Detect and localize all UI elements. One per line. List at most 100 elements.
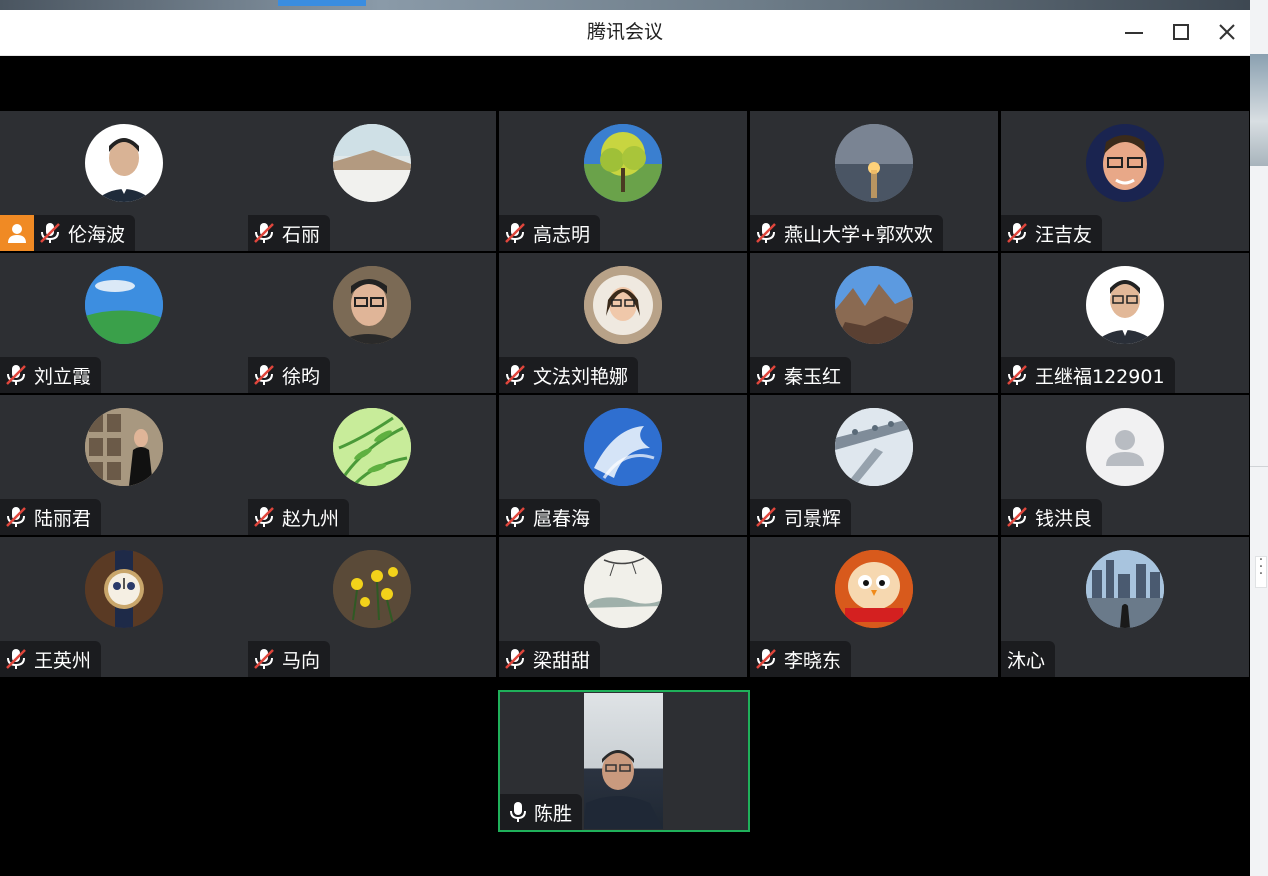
participant-tile[interactable]: 王英州 bbox=[0, 537, 248, 677]
avatar bbox=[1086, 124, 1164, 202]
participant-nameplate: 高志明 bbox=[499, 215, 601, 251]
mic-muted-icon[interactable] bbox=[250, 357, 276, 393]
participant-tile[interactable]: 李晓东 bbox=[750, 537, 998, 677]
divider bbox=[1250, 466, 1268, 467]
mic-muted-icon[interactable] bbox=[752, 499, 778, 535]
mic-muted-icon[interactable] bbox=[36, 215, 62, 251]
participant-nameplate: 陆丽君 bbox=[0, 499, 102, 535]
mic-muted-icon[interactable] bbox=[2, 499, 28, 535]
participant-name: 陆丽君 bbox=[34, 507, 92, 530]
desktop-taskbar-highlight bbox=[278, 0, 366, 6]
desktop-background bbox=[0, 0, 1268, 10]
participant-tile[interactable]: 梁甜甜 bbox=[499, 537, 747, 677]
participant-tile[interactable]: 赵九州 bbox=[248, 395, 496, 535]
more-dots-icon[interactable]: · · · bbox=[1255, 553, 1267, 588]
participant-nameplate: 秦玉红 bbox=[750, 357, 852, 393]
speaker-name: 陈胜 bbox=[534, 802, 573, 825]
participant-tile[interactable]: 徐昀 bbox=[248, 253, 496, 393]
participant-tile[interactable]: 沐心 bbox=[1001, 537, 1249, 677]
mic-muted-icon[interactable] bbox=[501, 357, 527, 393]
mic-muted-icon[interactable] bbox=[1003, 215, 1029, 251]
avatar bbox=[85, 550, 163, 628]
maximize-button[interactable] bbox=[1166, 18, 1196, 48]
avatar bbox=[333, 550, 411, 628]
speaker-video bbox=[584, 693, 663, 829]
participant-nameplate: 王英州 bbox=[0, 641, 102, 677]
title-bar[interactable]: 腾讯会议 bbox=[0, 10, 1250, 56]
mic-muted-icon[interactable] bbox=[2, 641, 28, 677]
participant-tile[interactable]: 汪吉友 bbox=[1001, 111, 1249, 251]
participant-tile[interactable]: 钱洪良 bbox=[1001, 395, 1249, 535]
participant-nameplate: 汪吉友 bbox=[1001, 215, 1103, 251]
close-button[interactable] bbox=[1212, 18, 1242, 48]
avatar bbox=[835, 550, 913, 628]
participant-nameplate: 沐心 bbox=[1001, 641, 1056, 677]
participant-name: 徐昀 bbox=[282, 365, 321, 388]
mic-muted-icon[interactable] bbox=[250, 641, 276, 677]
mic-muted-icon[interactable] bbox=[752, 215, 778, 251]
mic-muted-icon[interactable] bbox=[2, 357, 28, 393]
participant-name: 刘立霞 bbox=[34, 365, 92, 388]
avatar bbox=[835, 408, 913, 486]
mic-muted-icon[interactable] bbox=[1003, 357, 1029, 393]
desktop-side-window: · · · bbox=[1250, 0, 1268, 876]
mic-muted-icon[interactable] bbox=[250, 215, 276, 251]
avatar bbox=[1086, 550, 1164, 628]
participant-nameplate: 文法刘艳娜 bbox=[499, 357, 639, 393]
minimize-button[interactable] bbox=[1120, 18, 1150, 48]
participant-tile[interactable]: 燕山大学+郭欢欢 bbox=[750, 111, 998, 251]
participant-name: 秦玉红 bbox=[784, 365, 842, 388]
participant-nameplate: 司景辉 bbox=[750, 499, 852, 535]
avatar bbox=[584, 408, 662, 486]
participant-nameplate: 钱洪良 bbox=[1001, 499, 1103, 535]
participant-name: 文法刘艳娜 bbox=[533, 365, 629, 388]
participant-tile[interactable]: 秦玉红 bbox=[750, 253, 998, 393]
participant-name: 马向 bbox=[282, 649, 321, 672]
active-speaker-tile[interactable]: 陈胜 bbox=[498, 690, 750, 832]
avatar bbox=[1086, 266, 1164, 344]
avatar bbox=[1086, 408, 1164, 486]
participant-tile[interactable]: 司景辉 bbox=[750, 395, 998, 535]
participant-tile[interactable]: 陆丽君 bbox=[0, 395, 248, 535]
avatar bbox=[333, 408, 411, 486]
avatar bbox=[835, 124, 913, 202]
participant-name: 沐心 bbox=[1007, 649, 1046, 672]
participant-name: 王英州 bbox=[34, 649, 92, 672]
mic-muted-icon[interactable] bbox=[501, 215, 527, 251]
mic-muted-icon[interactable] bbox=[501, 641, 527, 677]
participant-tile[interactable]: 文法刘艳娜 bbox=[499, 253, 747, 393]
participant-tile[interactable]: 高志明 bbox=[499, 111, 747, 251]
avatar bbox=[85, 124, 163, 202]
mic-muted-icon[interactable] bbox=[1003, 499, 1029, 535]
participant-name: 汪吉友 bbox=[1035, 223, 1093, 246]
minimize-icon bbox=[1125, 32, 1143, 34]
participant-name: 梁甜甜 bbox=[533, 649, 591, 672]
participant-nameplate: 徐昀 bbox=[248, 357, 331, 393]
avatar bbox=[835, 266, 913, 344]
mic-muted-icon[interactable] bbox=[752, 641, 778, 677]
participant-name: 李晓东 bbox=[784, 649, 842, 672]
participant-tile[interactable]: 石丽 bbox=[248, 111, 496, 251]
participant-grid: 伦海波 石丽 高志明 燕山大学+郭欢欢 汪吉友刘立霞 徐昀 文法刘艳娜 秦玉红 王继福12290… bbox=[0, 111, 1250, 679]
avatar bbox=[85, 266, 163, 344]
close-icon bbox=[1219, 24, 1235, 40]
participant-nameplate: 扈春海 bbox=[499, 499, 601, 535]
window-title: 腾讯会议 bbox=[586, 21, 663, 43]
avatar bbox=[333, 266, 411, 344]
maximize-icon bbox=[1173, 24, 1189, 40]
participant-tile[interactable]: 伦海波 bbox=[0, 111, 248, 251]
mic-muted-icon[interactable] bbox=[752, 357, 778, 393]
participant-name: 赵九州 bbox=[282, 507, 340, 530]
mic-muted-icon[interactable] bbox=[501, 499, 527, 535]
participant-name: 钱洪良 bbox=[1035, 507, 1093, 530]
mic-muted-icon[interactable] bbox=[250, 499, 276, 535]
participant-tile[interactable]: 刘立霞 bbox=[0, 253, 248, 393]
participant-tile[interactable]: 扈春海 bbox=[499, 395, 747, 535]
avatar bbox=[584, 124, 662, 202]
participant-nameplate: 马向 bbox=[248, 641, 331, 677]
participant-name: 司景辉 bbox=[784, 507, 842, 530]
participant-tile[interactable]: 王继福122901 bbox=[1001, 253, 1249, 393]
top-spacer bbox=[0, 56, 1250, 111]
mic-icon[interactable] bbox=[502, 794, 528, 830]
participant-tile[interactable]: 马向 bbox=[248, 537, 496, 677]
